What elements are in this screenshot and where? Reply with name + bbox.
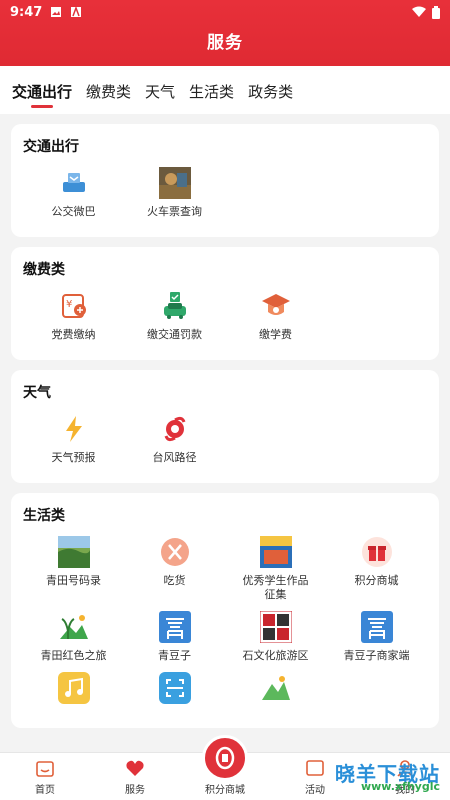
car-fine-icon bbox=[158, 289, 192, 323]
section-transport: 交通出行 公交微巴 火车票查询 bbox=[11, 124, 439, 237]
service-party-fee[interactable]: ¥ 党费缴纳 bbox=[23, 289, 124, 342]
service-phonebook[interactable]: 青田号码录 bbox=[23, 535, 124, 602]
service-label: 缴学费 bbox=[259, 328, 292, 341]
stone-culture-icon bbox=[259, 610, 293, 644]
service-traffic-fine[interactable]: 缴交通罚款 bbox=[124, 289, 225, 342]
heart-icon bbox=[126, 760, 144, 776]
service-music[interactable] bbox=[23, 671, 124, 710]
service-label: 吃货 bbox=[163, 574, 186, 587]
bus-icon bbox=[57, 166, 91, 200]
service-label: 积分商城 bbox=[354, 574, 399, 587]
section-payment: 缴费类 ¥ 党费缴纳 缴交通罚款 缴学费 bbox=[11, 247, 439, 360]
service-tuition[interactable]: 缴学费 bbox=[225, 289, 326, 342]
category-tabs: 交通出行 缴费类 天气 生活类 政务类 bbox=[0, 66, 450, 114]
service-label: 青田红色之旅 bbox=[40, 649, 107, 662]
lightning-icon bbox=[57, 412, 91, 446]
service-bus[interactable]: 公交微巴 bbox=[23, 166, 124, 219]
tab-weather[interactable]: 天气 bbox=[145, 66, 175, 114]
student-book-icon bbox=[259, 535, 293, 569]
status-bar: 9:47 bbox=[0, 0, 450, 24]
watermark-url: www.xfhyglc bbox=[360, 780, 440, 793]
service-label: 党费缴纳 bbox=[51, 328, 96, 341]
service-qingdouzi[interactable]: 青豆子 bbox=[124, 610, 225, 663]
nav-label: 积分商城 bbox=[205, 785, 245, 796]
watermark: 晓羊下载站 www.xfhyglc bbox=[306, 754, 446, 794]
service-mountain[interactable] bbox=[225, 671, 326, 710]
section-title: 缴费类 bbox=[23, 262, 65, 278]
tab-transport[interactable]: 交通出行 bbox=[12, 66, 72, 114]
gift-icon bbox=[360, 535, 394, 569]
service-train-ticket[interactable]: 火车票查询 bbox=[124, 166, 225, 219]
music-icon bbox=[57, 671, 91, 705]
image-notification-icon bbox=[51, 7, 62, 17]
header: 9:47 服务 bbox=[0, 0, 450, 66]
qing-logo-icon bbox=[360, 610, 394, 644]
services-content[interactable]: 交通出行 公交微巴 火车票查询 缴费类 ¥ 党费缴纳 缴交通罚款 缴学费 天气 … bbox=[0, 114, 450, 752]
service-label: 火车票查询 bbox=[147, 205, 202, 218]
palm-tree-icon bbox=[57, 610, 91, 644]
mall-center-button[interactable] bbox=[202, 735, 248, 781]
typhoon-icon bbox=[158, 412, 192, 446]
section-title: 交通出行 bbox=[23, 139, 79, 155]
nav-home[interactable]: 首页 bbox=[0, 753, 90, 800]
service-qingdouzi-merchant[interactable]: 青豆子商家端 bbox=[326, 610, 427, 663]
landscape-icon bbox=[57, 535, 91, 569]
service-label: 青豆子商家端 bbox=[343, 649, 410, 662]
nav-label: 服务 bbox=[125, 785, 145, 796]
service-label: 天气预报 bbox=[51, 451, 96, 464]
nav-service[interactable]: 服务 bbox=[90, 753, 180, 800]
service-label: 石文化旅游区 bbox=[242, 649, 309, 662]
mall-icon bbox=[215, 746, 235, 770]
qing-logo-icon bbox=[158, 610, 192, 644]
svg-text:¥: ¥ bbox=[66, 299, 72, 310]
scan-icon bbox=[158, 671, 192, 705]
home-icon bbox=[36, 761, 54, 777]
wifi-icon bbox=[412, 6, 426, 17]
mountain-icon bbox=[259, 671, 293, 705]
section-title: 生活类 bbox=[23, 508, 65, 524]
service-label: 青田号码录 bbox=[46, 574, 101, 587]
section-life: 生活类 青田号码录 吃货 优秀学生作品征集 积分商城 青田红色之旅 青豆子 石文… bbox=[11, 493, 439, 728]
battery-icon bbox=[432, 5, 440, 19]
train-photo-icon bbox=[158, 166, 192, 200]
section-title: 天气 bbox=[23, 385, 51, 401]
service-label: 公交微巴 bbox=[51, 205, 96, 218]
graduation-cap-icon bbox=[259, 289, 293, 323]
text-notification-icon bbox=[71, 6, 82, 17]
service-red-tour[interactable]: 青田红色之旅 bbox=[23, 610, 124, 663]
party-fee-icon: ¥ bbox=[57, 289, 91, 323]
service-student-works[interactable]: 优秀学生作品征集 bbox=[225, 535, 326, 602]
tab-life[interactable]: 生活类 bbox=[189, 66, 234, 114]
service-label: 缴交通罚款 bbox=[147, 328, 202, 341]
nav-label: 首页 bbox=[35, 785, 55, 796]
service-points-mall[interactable]: 积分商城 bbox=[326, 535, 427, 602]
status-time: 9:47 bbox=[10, 4, 43, 20]
service-label: 台风路径 bbox=[152, 451, 197, 464]
food-icon bbox=[158, 535, 192, 569]
service-label: 优秀学生作品征集 bbox=[242, 574, 309, 601]
service-weather-forecast[interactable]: 天气预报 bbox=[23, 412, 124, 465]
page-title: 服务 bbox=[207, 33, 243, 53]
tab-payment[interactable]: 缴费类 bbox=[86, 66, 131, 114]
service-foodie[interactable]: 吃货 bbox=[124, 535, 225, 602]
section-weather: 天气 天气预报 台风路径 bbox=[11, 370, 439, 483]
tab-government[interactable]: 政务类 bbox=[248, 66, 293, 114]
service-scan[interactable] bbox=[124, 671, 225, 710]
service-label: 青豆子 bbox=[158, 649, 191, 662]
service-stone-culture[interactable]: 石文化旅游区 bbox=[225, 610, 326, 663]
bottom-navigation: 首页 服务 积分商城 活动 我的 晓羊下载站 www.xfhyglc bbox=[0, 735, 450, 800]
service-typhoon-path[interactable]: 台风路径 bbox=[124, 412, 225, 465]
